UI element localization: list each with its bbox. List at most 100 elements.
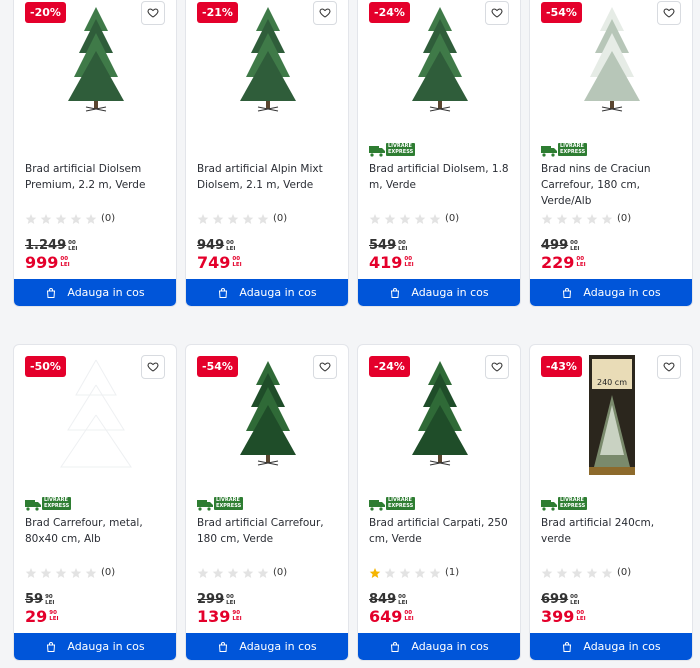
review-count: (0) [617, 212, 632, 224]
rating[interactable]: (0) [25, 212, 115, 224]
wishlist-button[interactable] [313, 1, 337, 25]
wishlist-button[interactable] [313, 355, 337, 379]
new-price: 229 00 LEI [541, 254, 586, 272]
wishlist-button[interactable] [657, 1, 681, 25]
rating[interactable]: (0) [369, 212, 459, 224]
delivery-text: LIVRARE EXPRESS [386, 497, 416, 510]
delivery-text: LIVRARE EXPRESS [386, 143, 416, 156]
add-to-cart-button[interactable]: Adauga in cos [14, 633, 176, 660]
delivery-line2: EXPRESS [44, 502, 70, 509]
star-empty-icon [70, 566, 82, 578]
review-count: (0) [617, 566, 632, 578]
delivery-truck-icon [25, 498, 41, 511]
add-to-cart-button[interactable]: Adauga in cos [358, 279, 520, 306]
delivery-text: LIVRARE EXPRESS [558, 497, 588, 510]
heart-icon [663, 7, 675, 19]
product-title[interactable]: Brad artificial Alpin Mixt Diolsem, 2.1 … [197, 161, 338, 193]
discount-badge: -54% [541, 2, 582, 23]
old-price-integer: 499 [541, 238, 569, 253]
old-price-decimal: 00 LEI [398, 240, 407, 252]
product-title[interactable]: Brad nins de Craciun Carrefour, 180 cm, … [541, 161, 682, 209]
product-title[interactable]: Brad artificial Carrefour, 180 cm, Verde [197, 515, 338, 547]
new-price: 999 00 LEI [25, 254, 70, 272]
product-title[interactable]: Brad artificial Diolsem Premium, 2.2 m, … [25, 161, 166, 193]
review-count: (0) [101, 212, 116, 224]
old-price: 949 00 LEI [197, 238, 235, 254]
old-price-decimal: 00 LEI [68, 240, 77, 252]
wishlist-button[interactable] [141, 1, 165, 25]
new-price-currency: LEI [404, 262, 414, 268]
rating[interactable]: (0) [541, 212, 631, 224]
star-empty-icon [586, 212, 598, 224]
rating[interactable]: (0) [25, 566, 115, 578]
rating[interactable]: (0) [541, 566, 631, 578]
star-empty-icon [25, 566, 37, 578]
star-empty-icon [541, 212, 553, 224]
star-empty-icon [601, 212, 613, 224]
delivery-truck-icon [369, 498, 385, 511]
old-price-integer: 549 [369, 238, 397, 253]
rating[interactable]: (1) [369, 566, 459, 578]
old-price-currency: LEI [45, 600, 55, 606]
old-price: 499 00 LEI [541, 238, 579, 254]
old-price-currency: LEI [570, 600, 580, 606]
add-to-cart-button[interactable]: Adauga in cos [530, 633, 692, 660]
old-price-currency: LEI [398, 246, 408, 252]
new-price-currency: LEI [232, 262, 242, 268]
star-empty-icon [399, 212, 411, 224]
delivery-line2: EXPRESS [560, 502, 586, 509]
add-to-cart-label: Adauga in cos [239, 640, 317, 653]
heart-icon [319, 7, 331, 19]
star-empty-icon [601, 566, 613, 578]
add-to-cart-button[interactable]: Adauga in cos [14, 279, 176, 306]
add-to-cart-label: Adauga in cos [583, 286, 661, 299]
shopping-bag-icon [389, 287, 411, 299]
product-title[interactable]: Brad artificial 240cm, verde [541, 515, 682, 547]
add-to-cart-label: Adauga in cos [67, 640, 145, 653]
star-empty-icon [369, 212, 381, 224]
old-price-decimal: 00 LEI [398, 594, 407, 606]
star-empty-icon [242, 212, 254, 224]
old-price-integer: 699 [541, 592, 569, 607]
new-price: 29 90 LEI [25, 608, 59, 626]
shopping-bag-icon [561, 641, 583, 653]
star-empty-icon [586, 566, 598, 578]
old-price: 1.249 00 LEI [25, 238, 77, 254]
product-card: -24% LIVRARE EXPRESS Brad artificial Diolse… [357, 0, 521, 307]
star-empty-icon [55, 212, 67, 224]
wishlist-button[interactable] [485, 1, 509, 25]
add-to-cart-button[interactable]: Adauga in cos [358, 633, 520, 660]
add-to-cart-button[interactable]: Adauga in cos [186, 633, 348, 660]
add-to-cart-button[interactable]: Adauga in cos [186, 279, 348, 306]
star-empty-icon [384, 212, 396, 224]
add-to-cart-button[interactable]: Adauga in cos [530, 279, 692, 306]
wishlist-button[interactable] [657, 355, 681, 379]
old-price-integer: 59 [25, 592, 44, 607]
star-empty-icon [257, 566, 269, 578]
wishlist-button[interactable] [485, 355, 509, 379]
wishlist-button[interactable] [141, 355, 165, 379]
product-title[interactable]: Brad artificial Diolsem, 1.8 m, Verde [369, 161, 510, 193]
heart-icon [491, 7, 503, 19]
add-to-cart-label: Adauga in cos [239, 286, 317, 299]
new-price: 649 00 LEI [369, 608, 414, 626]
delivery-truck-icon [369, 144, 385, 157]
shopping-bag-icon [561, 287, 583, 299]
new-price: 399 00 LEI [541, 608, 586, 626]
rating[interactable]: (0) [197, 212, 287, 224]
old-price: 549 00 LEI [369, 238, 407, 254]
star-empty-icon [85, 566, 97, 578]
product-card: -24% LIVRARE EXPRESS Brad artificial Carpat… [357, 344, 521, 661]
star-empty-icon [257, 212, 269, 224]
review-count: (0) [445, 212, 460, 224]
product-title[interactable]: Brad Carrefour, metal, 80x40 cm, Alb [25, 515, 166, 547]
heart-icon [491, 361, 503, 373]
new-price-integer: 229 [541, 253, 575, 272]
product-title[interactable]: Brad artificial Carpati, 250 cm, Verde [369, 515, 510, 547]
new-price-integer: 419 [369, 253, 403, 272]
rating[interactable]: (0) [197, 566, 287, 578]
product-grid: -20% Brad artificial Diolsem Premium, 2.2… [0, 0, 700, 668]
old-price-currency: LEI [398, 600, 408, 606]
delivery-line2: EXPRESS [388, 148, 414, 155]
review-count: (0) [273, 212, 288, 224]
